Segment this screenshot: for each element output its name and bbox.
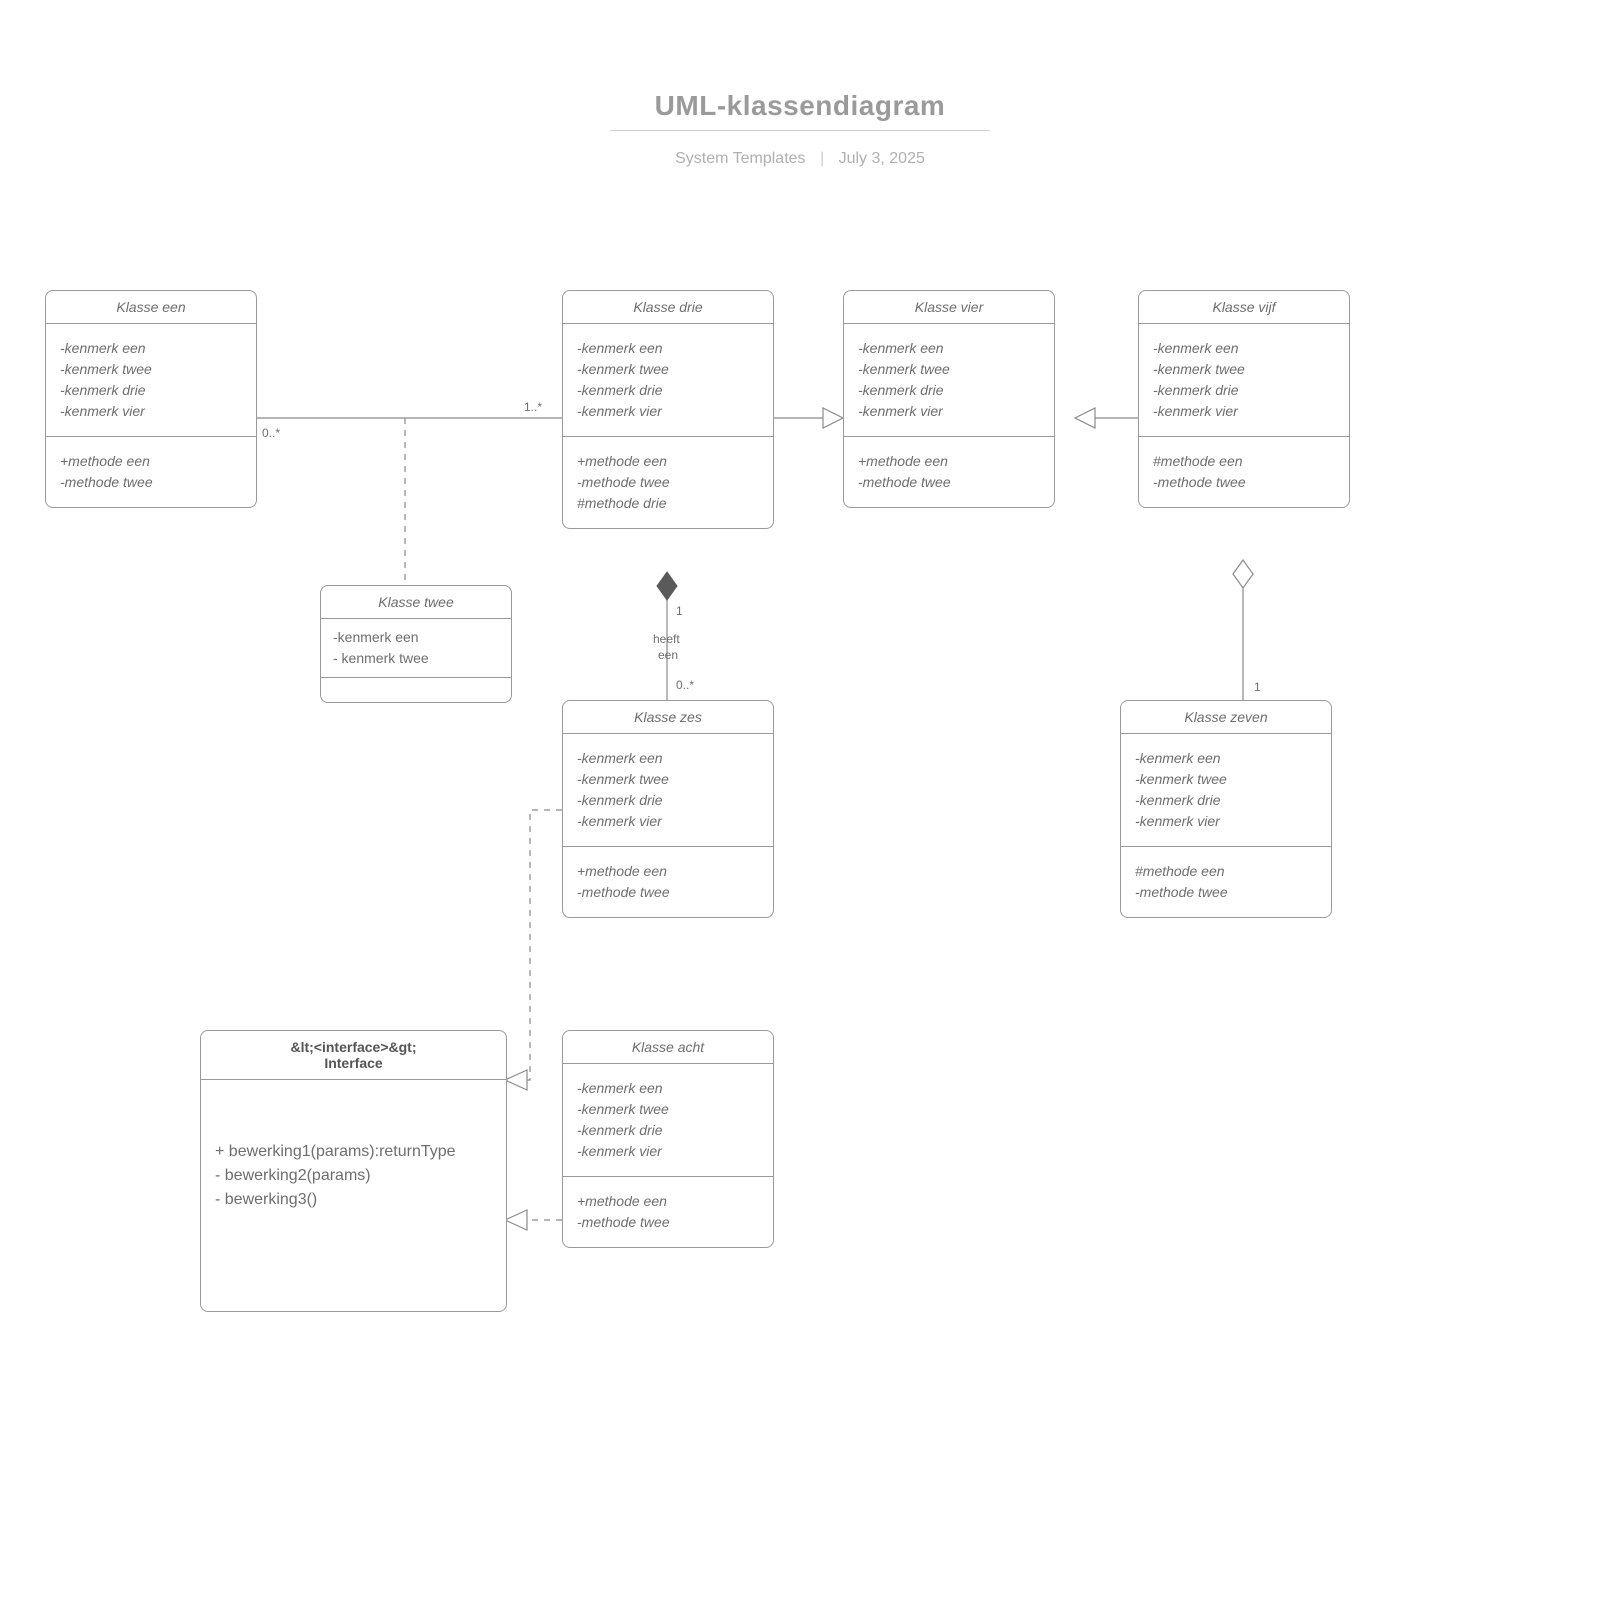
mult-k1-k3-left: 0..*: [262, 426, 280, 440]
class-k8[interactable]: Klasse acht -kenmerk een -kenmerk twee -…: [562, 1030, 774, 1248]
page-subtitle: System Templates | July 3, 2025: [0, 150, 1600, 168]
class-k8-attrs: -kenmerk een -kenmerk twee -kenmerk drie…: [563, 1064, 773, 1177]
class-k1-ops: +methode een -methode twee: [46, 437, 256, 507]
class-k5-ops: #methode een -methode twee: [1139, 437, 1349, 507]
assoc-label-line2: een: [658, 648, 678, 662]
class-interface[interactable]: &lt;<interface>&gt; Interface + bewerkin…: [200, 1030, 507, 1312]
class-k2-ops: [321, 678, 511, 702]
class-k6-ops: +methode een -methode twee: [563, 847, 773, 917]
title-underline: [610, 130, 990, 131]
class-k4-name: Klasse vier: [844, 291, 1054, 324]
date: July 3, 2025: [839, 150, 925, 167]
interface-header: &lt;<interface>&gt; Interface: [201, 1031, 506, 1080]
separator: |: [820, 150, 824, 167]
class-k3-ops: +methode een -methode twee #methode drie: [563, 437, 773, 528]
class-k4-ops: +methode een -methode twee: [844, 437, 1054, 507]
class-k7-name: Klasse zeven: [1121, 701, 1331, 734]
class-k1-name: Klasse een: [46, 291, 256, 324]
author: System Templates: [675, 150, 805, 167]
interface-ops: + bewerking1(params):returnType - bewerk…: [201, 1080, 506, 1334]
class-k3[interactable]: Klasse drie -kenmerk een -kenmerk twee -…: [562, 290, 774, 529]
class-k8-ops: +methode een -methode twee: [563, 1177, 773, 1247]
interface-stereo: &lt;<interface>&gt;: [207, 1039, 500, 1055]
mult-k1-k3-right: 1..*: [524, 400, 542, 414]
class-k3-name: Klasse drie: [563, 291, 773, 324]
class-k6-name: Klasse zes: [563, 701, 773, 734]
page-title: UML-klassendiagram: [0, 90, 1600, 122]
interface-name: Interface: [207, 1055, 500, 1071]
class-k1[interactable]: Klasse een -kenmerk een -kenmerk twee -k…: [45, 290, 257, 508]
class-k1-attrs: -kenmerk een -kenmerk twee -kenmerk drie…: [46, 324, 256, 437]
class-k5[interactable]: Klasse vijf -kenmerk een -kenmerk twee -…: [1138, 290, 1350, 508]
class-k8-name: Klasse acht: [563, 1031, 773, 1064]
assoc-label-line1: heeft: [653, 632, 680, 646]
class-k2-attrs: -kenmerk een - kenmerk twee: [321, 619, 511, 678]
diagram-canvas: UML-klassendiagram System Templates | Ju…: [0, 0, 1600, 1600]
class-k4[interactable]: Klasse vier -kenmerk een -kenmerk twee -…: [843, 290, 1055, 508]
class-k5-name: Klasse vijf: [1139, 291, 1349, 324]
class-k5-attrs: -kenmerk een -kenmerk twee -kenmerk drie…: [1139, 324, 1349, 437]
class-k7-ops: #methode een -methode twee: [1121, 847, 1331, 917]
connectors-layer: [0, 0, 1600, 1600]
mult-k5-k7-bot: 1: [1254, 680, 1261, 694]
class-k2-name: Klasse twee: [321, 586, 511, 619]
class-k6-attrs: -kenmerk een -kenmerk twee -kenmerk drie…: [563, 734, 773, 847]
class-k3-attrs: -kenmerk een -kenmerk twee -kenmerk drie…: [563, 324, 773, 437]
mult-k3-k6-top: 1: [676, 604, 683, 618]
mult-k3-k6-bot: 0..*: [676, 678, 694, 692]
class-k2[interactable]: Klasse twee -kenmerk een - kenmerk twee: [320, 585, 512, 703]
class-k7[interactable]: Klasse zeven -kenmerk een -kenmerk twee …: [1120, 700, 1332, 918]
class-k7-attrs: -kenmerk een -kenmerk twee -kenmerk drie…: [1121, 734, 1331, 847]
class-k6[interactable]: Klasse zes -kenmerk een -kenmerk twee -k…: [562, 700, 774, 918]
class-k4-attrs: -kenmerk een -kenmerk twee -kenmerk drie…: [844, 324, 1054, 437]
